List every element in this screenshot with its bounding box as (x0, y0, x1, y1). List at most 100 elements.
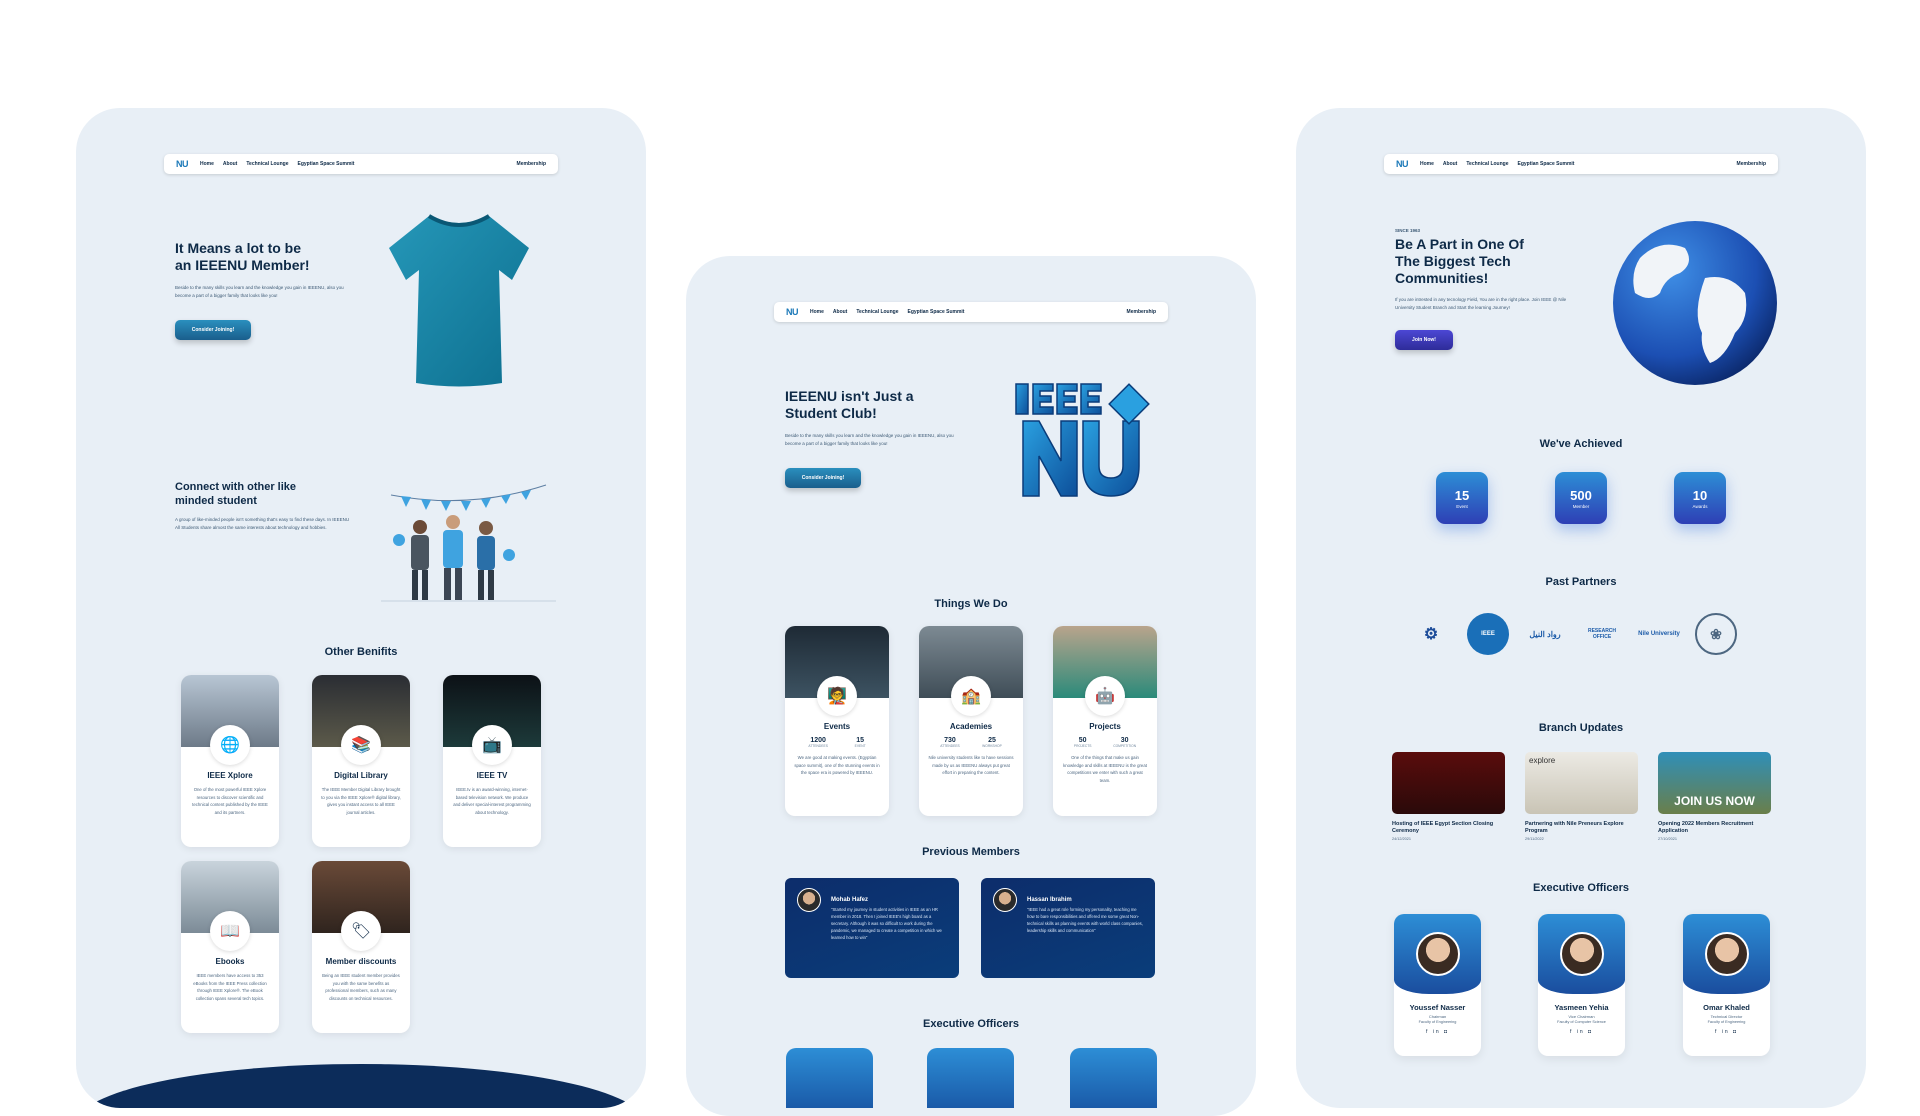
card-title: Projects (1089, 722, 1121, 731)
things-card[interactable]: 🏫 Academies 730 ATTENDEES 25 WORKSHOP Nile… (919, 626, 1023, 816)
nav-membership[interactable]: Membership (1127, 309, 1156, 315)
officer-photo (1559, 932, 1604, 976)
tshirt-illustration (389, 214, 529, 387)
classroom-icon: 🏫 (951, 676, 991, 716)
presenter-icon: 🧑‍🏫 (817, 676, 857, 716)
since-label: SINCE 1963 (1395, 228, 1421, 233)
nav-technical-lounge[interactable]: Technical Lounge (246, 161, 288, 167)
officer-card[interactable]: Yasmeen Yehia Vice Chairman Faculty of C… (1538, 914, 1625, 1056)
partner-logo-seal-icon[interactable]: ⚙ (1410, 613, 1452, 655)
testimonial-card: Hassan Ibrahim "IEEE had a great role fo… (981, 878, 1155, 978)
update-card[interactable]: explore Partnering with Nile Preneurs Ex… (1525, 752, 1638, 841)
consider-joining-button[interactable]: Consider Joining! (175, 320, 251, 340)
things-card[interactable]: 🤖 Projects 50 PROJECTS 30 COMPETITION One … (1053, 626, 1157, 816)
things-card[interactable]: 🧑‍🏫 Events 1200 ATTENDEES 15 EVENT We are … (785, 626, 889, 816)
stat-events: 15 Event (1436, 472, 1488, 524)
connect-text: A group of like-minded people isn't some… (175, 517, 350, 530)
social-icons[interactable]: f in ◘ (1538, 1029, 1625, 1035)
update-date: 29/11/2022 (1525, 837, 1544, 841)
nav-egyptian-space-summit[interactable]: Egyptian Space Summit (908, 309, 965, 315)
navbar: NU Home About Technical Lounge Egyptian … (774, 302, 1168, 322)
join-now-button[interactable]: Join Now! (1395, 330, 1453, 350)
nav-about[interactable]: About (833, 309, 847, 315)
logo[interactable]: NU (786, 307, 799, 317)
officer-card[interactable] (927, 1048, 1014, 1108)
navbar: NU Home About Technical Lounge Egyptian … (1384, 154, 1778, 174)
update-title: Opening 2022 Members Recruitment Applica… (1658, 821, 1754, 834)
card-title: Academies (949, 722, 993, 731)
logo[interactable]: NU (176, 159, 189, 169)
nav-membership[interactable]: Membership (517, 161, 546, 167)
benefit-card[interactable]: 📺 IEEE TV IEEE.tv is an award-winning, i… (443, 675, 541, 847)
benefit-card[interactable]: 🌐 IEEE Xplore One of the most powerful I… (181, 675, 279, 847)
consider-joining-button[interactable]: Consider Joining! (785, 468, 861, 488)
connect-title: Connect with other like minded student (175, 481, 297, 507)
officer-card[interactable] (1070, 1048, 1157, 1108)
tv-icon: 📺 (472, 725, 512, 765)
benefit-card[interactable]: 🏷 Member discounts Being an IEEE student… (312, 861, 410, 1033)
update-card[interactable]: Hosting of IEEE Egypt Section Closing Ce… (1392, 752, 1505, 841)
partner-logo-research-office[interactable]: RESEARCH OFFICE (1581, 613, 1623, 655)
nav-about[interactable]: About (1443, 161, 1457, 167)
partners-title: Past Partners (1545, 576, 1617, 588)
officer-card[interactable]: Omar Khaled Technical Director Faculty o… (1683, 914, 1770, 1056)
ieeenu-3d-logo (1015, 383, 1150, 497)
officer-photo (1704, 932, 1749, 976)
card-text: The IEEE Member Digital Library brought … (321, 787, 401, 815)
card-stats: 50 PROJECTS 30 COMPETITION (1073, 737, 1137, 748)
nav-membership[interactable]: Membership (1737, 161, 1766, 167)
update-date: 27/10/2021 (1658, 837, 1678, 841)
officer-faculty: Faculty of Computer Science (1557, 1020, 1606, 1024)
card-stats: 1200 ATTENDEES 15 EVENT (808, 737, 866, 748)
update-date: 24/12/2021 (1392, 837, 1412, 841)
nav-technical-lounge[interactable]: Technical Lounge (1466, 161, 1508, 167)
officer-name: Omar Khaled (1703, 1003, 1750, 1012)
nav-home[interactable]: Home (1420, 161, 1434, 167)
recruitment-image: JOIN US NOW (1658, 752, 1771, 814)
benefit-card[interactable]: 📖 Ebooks IEEE members have access to 353… (181, 861, 279, 1033)
card-text: We are good at making events. (Egyptian … (794, 755, 880, 775)
footer-wave (76, 1064, 646, 1108)
hero-title: It Means a lot to be an IEEENU Member! (175, 240, 310, 273)
officer-role: Vice Chairman (1568, 1014, 1595, 1019)
card-text: Being an IEEE student member provides yo… (322, 973, 400, 1001)
officer-card[interactable]: Youssef Nasser Chairman Faculty of Engin… (1394, 914, 1481, 1056)
globe-icon: 🌐 (210, 725, 250, 765)
ebook-icon: 📖 (210, 911, 250, 951)
partner-logo-nile-university[interactable]: Nile University (1638, 613, 1680, 655)
testimonial-name: Mohab Hafez (831, 897, 869, 903)
partner-logo-ieee[interactable]: IEEE (1467, 613, 1509, 655)
testimonial-name: Hassan Ibrahim (1027, 897, 1072, 903)
robot-icon: 🤖 (1085, 676, 1125, 716)
avatar (797, 888, 821, 912)
update-title: Hosting of IEEE Egypt Section Closing Ce… (1392, 821, 1494, 834)
nav-egyptian-space-summit[interactable]: Egyptian Space Summit (1518, 161, 1575, 167)
social-icons[interactable]: f in ◘ (1683, 1029, 1770, 1035)
nav-egyptian-space-summit[interactable]: Egyptian Space Summit (298, 161, 355, 167)
card-stats: 730 ATTENDEES 25 WORKSHOP (940, 737, 1002, 748)
partner-logo-emblem-icon[interactable]: ❀ (1695, 613, 1737, 655)
update-card[interactable]: JOIN US NOW Opening 2022 Members Recruit… (1658, 752, 1771, 841)
nav-technical-lounge[interactable]: Technical Lounge (856, 309, 898, 315)
officer-card[interactable] (786, 1048, 873, 1108)
partner-logo-rowad-elnil[interactable]: رواد النيل (1524, 613, 1566, 655)
explore-image: explore (1525, 752, 1638, 814)
logo[interactable]: NU (1396, 159, 1409, 169)
officer-name: Yasmeen Yehia (1554, 1003, 1609, 1012)
nav-about[interactable]: About (223, 161, 237, 167)
card-title: Ebooks (215, 957, 245, 966)
officer-name: Youssef Nasser (1409, 1003, 1466, 1012)
social-icons[interactable]: f in ◘ (1394, 1029, 1481, 1035)
nav-home[interactable]: Home (810, 309, 824, 315)
nav-home[interactable]: Home (200, 161, 214, 167)
branch-updates-title: Branch Updates (1538, 722, 1624, 734)
achieved-title: We've Achieved (1539, 438, 1623, 450)
card-title: Events (823, 722, 851, 731)
card-title: Digital Library (334, 771, 388, 780)
card-text: One of the things that make us gain know… (1063, 755, 1147, 783)
hero-text: If you are intrested in any tecnology Fi… (1395, 297, 1567, 310)
stat-members: 500 Member (1555, 472, 1607, 524)
officer-faculty: Faculty of Engineering (1418, 1020, 1457, 1024)
stat-awards: 10 Awards (1674, 472, 1726, 524)
benefit-card[interactable]: 📚 Digital Library The IEEE Member Digita… (312, 675, 410, 847)
